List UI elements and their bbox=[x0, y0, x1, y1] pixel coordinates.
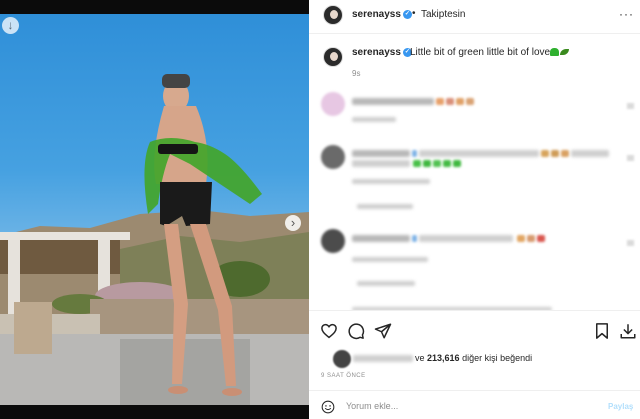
share-send-icon[interactable] bbox=[374, 322, 392, 340]
comment-input[interactable] bbox=[346, 397, 596, 415]
comment-composer: Paylaş bbox=[309, 390, 640, 419]
emoji-blurred bbox=[466, 98, 474, 105]
likes-count: 213,616 bbox=[427, 353, 460, 363]
comment-avatar[interactable] bbox=[321, 229, 345, 253]
comment-text-blurred bbox=[352, 235, 410, 242]
emoji-blurred bbox=[527, 235, 535, 242]
caption-author-avatar[interactable] bbox=[323, 47, 343, 67]
comment-text-blurred bbox=[352, 150, 410, 157]
comment-text-blurred bbox=[419, 150, 539, 157]
emoji-blurred bbox=[453, 160, 461, 167]
comment-like-heart-icon[interactable] bbox=[627, 103, 634, 109]
leaf-emoji-icon bbox=[560, 49, 570, 56]
comment-meta-blurred bbox=[352, 117, 396, 122]
emoji-blurred bbox=[412, 150, 417, 157]
caption-author-username[interactable]: serenayss ✓ bbox=[352, 47, 412, 58]
emoji-blurred bbox=[412, 235, 417, 242]
post-actions: ve 213,616 diğer kişi beğendi 9 SAAT ÖNC… bbox=[309, 310, 640, 390]
emoji-blurred bbox=[433, 160, 441, 167]
comment-meta-blurred bbox=[352, 179, 430, 184]
emoji-blurred bbox=[446, 98, 454, 105]
comment-avatar[interactable] bbox=[321, 145, 345, 169]
comment-text-blurred bbox=[419, 235, 513, 242]
emoji-smile-icon[interactable] bbox=[321, 400, 335, 414]
post-side-panel: serenayss ✓ • Takiptesin ··· serenayss ✓ L… bbox=[309, 0, 640, 419]
emoji-blurred bbox=[551, 150, 559, 157]
comment-like-heart-icon[interactable] bbox=[627, 240, 634, 246]
liker-avatar[interactable] bbox=[333, 350, 351, 368]
comment-text-blurred bbox=[352, 98, 434, 105]
emoji-blurred bbox=[413, 160, 421, 167]
header-separator: • bbox=[412, 8, 416, 19]
comment-avatar[interactable] bbox=[321, 92, 345, 116]
emoji-blurred bbox=[561, 150, 569, 157]
photo-illustration bbox=[0, 74, 309, 405]
post-media[interactable]: ↓ › bbox=[0, 14, 309, 405]
view-replies-blurred[interactable] bbox=[357, 204, 413, 209]
bottom-dark-bar bbox=[0, 405, 309, 419]
post-header: serenayss ✓ • Takiptesin ··· bbox=[309, 0, 640, 34]
emoji-blurred bbox=[423, 160, 431, 167]
chevron-right-icon[interactable]: › bbox=[285, 215, 301, 231]
emoji-blurred bbox=[443, 160, 451, 167]
caption-text: Little bit of green little bit of love bbox=[410, 47, 570, 58]
liker-name-blurred[interactable] bbox=[353, 355, 413, 362]
verified-badge-icon: ✓ bbox=[402, 9, 412, 19]
green-heart-emoji-icon bbox=[550, 48, 560, 57]
view-replies-blurred[interactable] bbox=[357, 281, 415, 286]
post-comment-button[interactable]: Paylaş bbox=[608, 402, 633, 411]
author-avatar[interactable] bbox=[323, 5, 343, 25]
comment-like-heart-icon[interactable] bbox=[627, 155, 634, 161]
comment-meta-blurred bbox=[352, 257, 428, 262]
comment-text-blurred bbox=[352, 160, 410, 167]
emoji-blurred bbox=[541, 150, 549, 157]
comment-icon[interactable] bbox=[347, 322, 365, 340]
download-icon[interactable] bbox=[619, 322, 637, 340]
follow-status[interactable]: Takiptesin bbox=[421, 9, 465, 20]
more-horizontal-icon[interactable]: ··· bbox=[619, 7, 634, 21]
emoji-blurred bbox=[436, 98, 444, 105]
author-username[interactable]: serenayss ✓ bbox=[352, 9, 412, 20]
post-time-ago: 9 SAAT ÖNCE bbox=[321, 373, 366, 379]
emoji-blurred bbox=[456, 98, 464, 105]
caption-timestamp: 9s bbox=[352, 69, 361, 78]
likes-summary[interactable]: ve 213,616 diğer kişi beğendi bbox=[415, 353, 532, 363]
emoji-blurred bbox=[537, 235, 545, 242]
download-arrow-icon[interactable]: ↓ bbox=[2, 17, 19, 34]
comment-text-blurred bbox=[571, 150, 609, 157]
comments-scroll-area[interactable]: serenayss ✓ Little bit of green little bi… bbox=[309, 35, 640, 310]
bookmark-icon[interactable] bbox=[593, 322, 611, 340]
emoji-blurred bbox=[517, 235, 525, 242]
heart-icon[interactable] bbox=[320, 322, 338, 340]
